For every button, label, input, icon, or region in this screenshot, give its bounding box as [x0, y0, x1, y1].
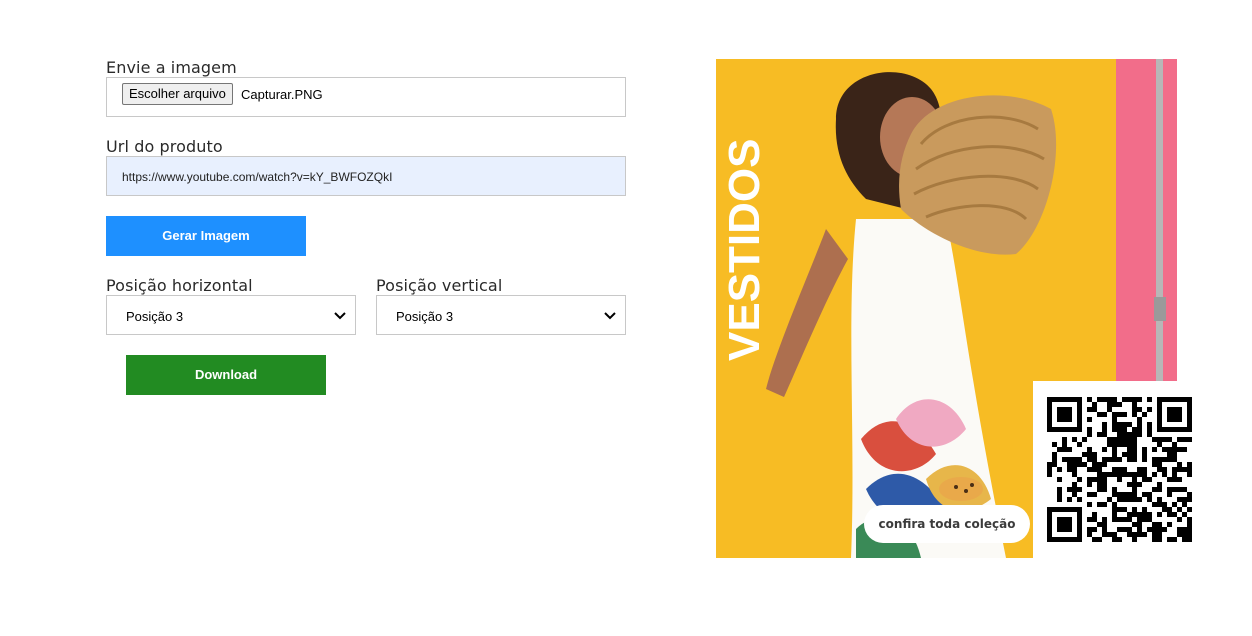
- qr-code: [1033, 381, 1192, 558]
- product-url-value: https://www.youtube.com/watch?v=kY_BWFOZ…: [122, 170, 393, 184]
- choose-file-button[interactable]: Escolher arquivo: [122, 83, 233, 105]
- chevron-down-icon: [334, 312, 346, 320]
- download-button[interactable]: Download: [126, 355, 326, 395]
- vertical-position-label: Posição vertical: [376, 276, 503, 295]
- cta-text: confira toda coleção: [878, 517, 1016, 531]
- chevron-down-icon: [604, 312, 616, 320]
- vertical-position-value: Posição 3: [396, 309, 454, 324]
- generate-image-button[interactable]: Gerar Imagem: [106, 216, 306, 256]
- qr-code-icon: [1047, 397, 1192, 542]
- horizontal-position-label: Posição horizontal: [106, 276, 253, 295]
- banner-title: VESTIDOS: [720, 138, 769, 362]
- product-url-input[interactable]: https://www.youtube.com/watch?v=kY_BWFOZ…: [106, 156, 626, 196]
- url-label: Url do produto: [106, 137, 223, 156]
- file-input[interactable]: Escolher arquivo Capturar.PNG: [106, 77, 626, 117]
- upload-label: Envie a imagem: [106, 58, 237, 77]
- horizontal-position-select[interactable]: Posição 3: [106, 295, 356, 335]
- horizontal-position-value: Posição 3: [126, 309, 184, 324]
- selected-file-name: Capturar.PNG: [241, 87, 323, 102]
- vertical-position-select[interactable]: Posição 3: [376, 295, 626, 335]
